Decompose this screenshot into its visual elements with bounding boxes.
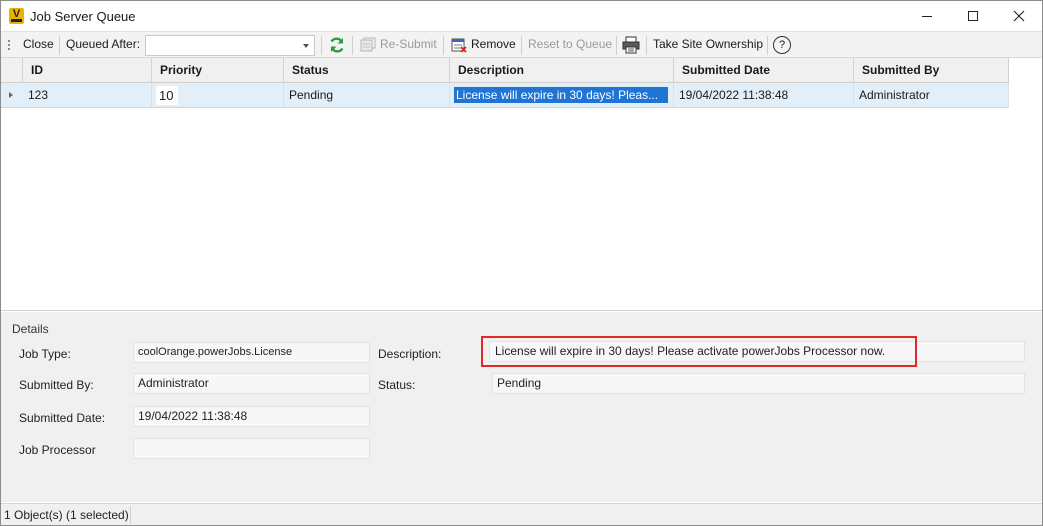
toolbar-separator (521, 36, 522, 55)
status-bar: 1 Object(s) (1 selected) (1, 503, 1042, 525)
vault-app-icon: V (9, 8, 24, 24)
toolbar-grip-icon[interactable] (8, 40, 10, 52)
submitted-date-field[interactable]: 19/04/2022 11:38:48 (133, 406, 370, 427)
cell-submitted-by[interactable]: Administrator (854, 83, 1009, 107)
statusbar-separator (130, 506, 131, 524)
toolbar-separator (646, 36, 647, 55)
title-bar: V Job Server Queue (1, 1, 1042, 31)
help-icon[interactable]: ? (773, 36, 791, 54)
toolbar-separator (352, 36, 353, 55)
column-header-submitted-by[interactable]: Submitted By (854, 58, 1009, 83)
toolbar-separator (59, 36, 60, 55)
take-site-ownership-button[interactable]: Take Site Ownership (653, 37, 763, 54)
table-row[interactable]: 123 10 Pending License will expire in 30… (1, 83, 1009, 108)
job-processor-label: Job Processor (19, 443, 96, 457)
column-header-id[interactable]: ID (23, 58, 152, 83)
resubmit-icon (360, 37, 376, 52)
close-window-button[interactable] (996, 1, 1042, 31)
close-icon (1013, 10, 1025, 22)
refresh-icon[interactable] (328, 36, 346, 54)
cell-status[interactable]: Pending (284, 83, 450, 107)
submitted-date-label: Submitted Date: (19, 411, 106, 425)
cell-description-selected[interactable]: License will expire in 30 days! Pleas... (454, 87, 668, 103)
details-title: Details (12, 322, 49, 336)
print-icon[interactable] (622, 36, 640, 54)
chevron-down-icon (303, 44, 309, 48)
cell-submitted-date[interactable]: 19/04/2022 11:38:48 (674, 83, 854, 107)
description-label: Description: (378, 347, 442, 361)
job-queue-grid: ID Priority Status Description Submitted… (1, 58, 1042, 311)
description-highlight-annotation (481, 336, 917, 367)
window-title: Job Server Queue (30, 9, 136, 24)
status-label: Status: (378, 378, 416, 392)
column-header-priority[interactable]: Priority (152, 58, 284, 83)
job-server-queue-window: V Job Server Queue Close Queued After: R… (0, 0, 1043, 526)
status-field[interactable]: Pending (492, 373, 1025, 394)
minimize-button[interactable] (904, 1, 950, 31)
row-indicator-icon (9, 92, 13, 98)
column-header-submitted-date[interactable]: Submitted Date (674, 58, 854, 83)
toolbar-separator (321, 36, 322, 55)
maximize-button[interactable] (950, 1, 996, 31)
column-header-status[interactable]: Status (284, 58, 450, 83)
reset-to-queue-button[interactable]: Reset to Queue (528, 37, 612, 54)
remove-icon (451, 38, 467, 53)
maximize-icon (968, 11, 978, 21)
column-header-description[interactable]: Description (450, 58, 674, 83)
job-type-field[interactable]: coolOrange.powerJobs.License (133, 342, 370, 363)
toolbar-separator (767, 36, 768, 55)
details-panel: Details Job Type: coolOrange.powerJobs.L… (1, 312, 1042, 502)
cell-id[interactable]: 123 (23, 83, 152, 107)
job-type-label: Job Type: (19, 347, 71, 361)
queued-after-dropdown[interactable] (145, 35, 315, 56)
cell-priority-editor[interactable]: 10 (156, 86, 178, 105)
minimize-icon (922, 15, 932, 17)
submitted-by-field[interactable]: Administrator (133, 373, 370, 394)
submitted-by-label: Submitted By: (19, 378, 94, 392)
selection-count-text: 1 Object(s) (1 selected) (4, 508, 129, 522)
grid-header: ID Priority Status Description Submitted… (1, 58, 1009, 83)
toolbar-separator (616, 36, 617, 55)
remove-button[interactable]: Remove (471, 37, 516, 54)
queued-after-label: Queued After: (66, 37, 141, 51)
toolbar-separator (443, 36, 444, 55)
job-processor-field[interactable] (133, 438, 370, 459)
toolbar: Close Queued After: Re-Submit Remove Res… (1, 31, 1042, 58)
header-row-indicator (1, 58, 23, 83)
close-button[interactable]: Close (23, 37, 54, 54)
resubmit-button[interactable]: Re-Submit (380, 37, 437, 54)
